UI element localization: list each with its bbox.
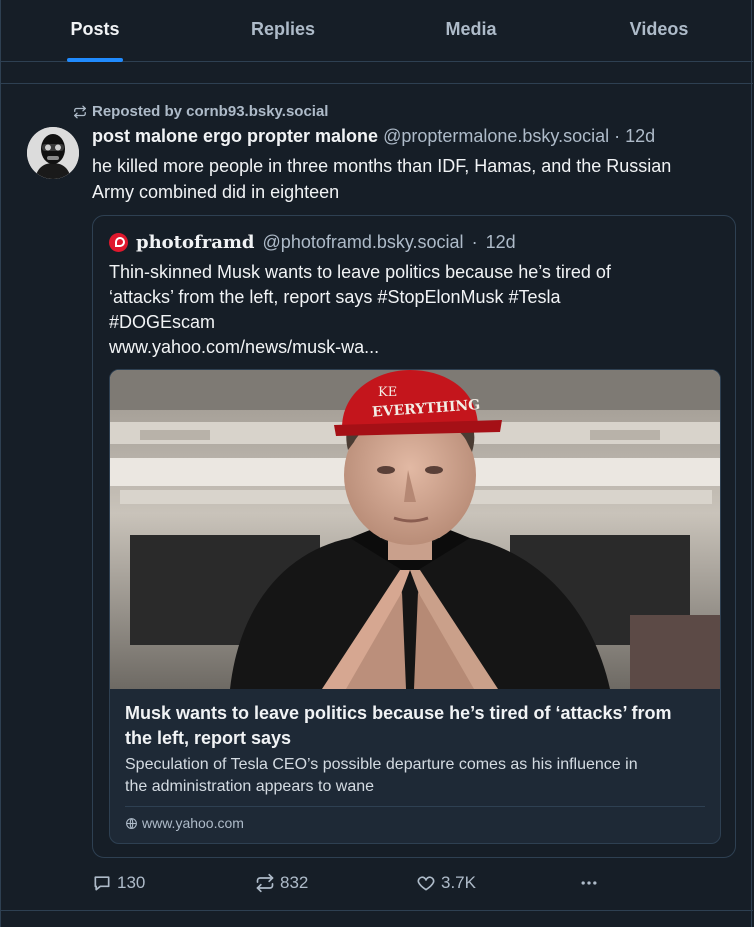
- tab-posts[interactable]: Posts: [1, 0, 189, 62]
- quoted-separator: ·: [471, 232, 478, 252]
- post-actions: 130 832 3.7K: [92, 869, 732, 897]
- quoted-post-body: Thin-skinned Musk wants to leave politic…: [109, 260, 709, 360]
- link-preview-title: Musk wants to leave politics because he’…: [125, 701, 710, 751]
- tab-videos-label: Videos: [629, 19, 689, 39]
- quoted-post[interactable]: photoframd @photoframd.bsky.social · 12d…: [92, 215, 736, 858]
- author-avatar[interactable]: [27, 127, 79, 179]
- globe-icon: [126, 817, 137, 829]
- link-preview-image: KE EVERYTHING: [110, 370, 720, 689]
- quoted-text-line: ‘attacks’ from the left, report says #St…: [109, 287, 561, 307]
- quoted-author-avatar: [109, 233, 128, 252]
- link-preview-description: Speculation of Tesla CEO’s possible depa…: [125, 754, 710, 798]
- card-title-line: the left, report says: [125, 728, 292, 748]
- post-text-line: he killed more people in three months th…: [92, 156, 672, 176]
- card-domain-text: www.yahoo.com: [142, 815, 244, 831]
- feed-column: Posts Replies Media Videos Reposted by c…: [0, 0, 753, 927]
- quoted-author-handle: @photoframd.bsky.social: [262, 232, 464, 252]
- reply-count: 130: [117, 873, 146, 892]
- card-title-line: Musk wants to leave politics because he’…: [125, 703, 672, 723]
- quoted-link-text[interactable]: www.yahoo.com/news/musk-wa...: [109, 335, 709, 360]
- quoted-post-header: photoframd @photoframd.bsky.social · 12d: [109, 232, 516, 253]
- author-handle[interactable]: @proptermalone.bsky.social: [383, 126, 609, 146]
- quoted-text-line: Thin-skinned Musk wants to leave politic…: [109, 262, 611, 282]
- post-timestamp[interactable]: 12d: [625, 126, 655, 146]
- quoted-text-line: #DOGEscam: [109, 312, 216, 332]
- card-desc-line: the administration appears to wane: [125, 778, 375, 795]
- repost-label: Reposted by cornb93.bsky.social: [92, 103, 329, 120]
- more-horizontal-icon: [581, 881, 597, 885]
- hat-text-top: KE: [378, 385, 397, 400]
- header-separator: ·: [614, 126, 621, 146]
- tab-media-label: Media: [445, 19, 497, 39]
- repost-indicator[interactable]: Reposted by cornb93.bsky.social: [73, 103, 328, 120]
- profile-tabs: Posts Replies Media Videos: [1, 0, 753, 62]
- link-preview-domain: www.yahoo.com: [125, 815, 244, 831]
- tab-media[interactable]: Media: [377, 0, 565, 62]
- reply-icon: [94, 876, 110, 891]
- post-divider: [1, 910, 753, 911]
- author-name[interactable]: post malone ergo propter malone: [92, 126, 378, 146]
- quoted-author-name: photoframd: [136, 232, 255, 253]
- heart-icon: [417, 876, 435, 891]
- tab-replies-label: Replies: [250, 19, 316, 39]
- repost-icon: [74, 105, 86, 118]
- repost-count: 832: [280, 873, 309, 892]
- post-header: post malone ergo propter malone @propter…: [92, 126, 655, 147]
- card-desc-line: Speculation of Tesla CEO’s possible depa…: [125, 756, 638, 773]
- like-button[interactable]: 3.7K: [416, 869, 476, 897]
- reply-button[interactable]: 130: [92, 869, 145, 897]
- post-body: he killed more people in three months th…: [92, 153, 737, 205]
- previous-post-edge: [1, 62, 753, 84]
- quoted-timestamp: 12d: [485, 232, 516, 252]
- tab-posts-label: Posts: [70, 19, 120, 39]
- post-text-line: Army combined did in eighteen: [92, 182, 340, 202]
- link-preview-card[interactable]: KE EVERYTHING Musk wants to leave politi…: [109, 369, 721, 844]
- tab-replies[interactable]: Replies: [189, 0, 377, 62]
- like-count: 3.7K: [441, 873, 476, 892]
- repost-icon: [256, 873, 274, 893]
- tab-videos[interactable]: Videos: [565, 0, 753, 62]
- card-divider: [125, 806, 705, 807]
- repost-button[interactable]: 832: [255, 869, 308, 897]
- more-options-button[interactable]: [579, 869, 599, 897]
